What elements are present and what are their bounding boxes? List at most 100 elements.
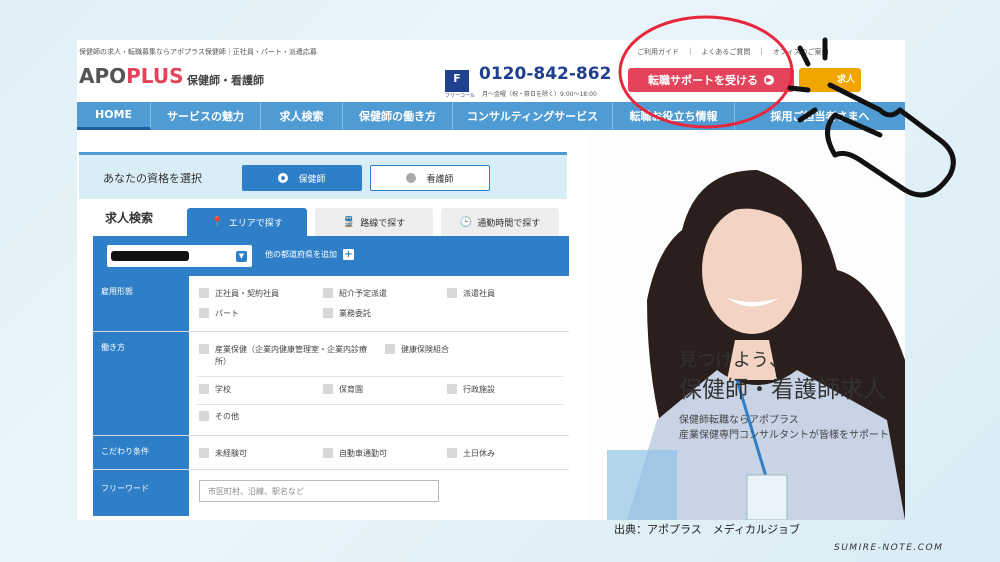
- site-header: 保健師の求人・転職募集ならアポプラス保健師｜正社員・パート・派遣応募 APOPL…: [77, 40, 905, 102]
- tab-area[interactable]: 📍 エリアで探す: [187, 208, 307, 236]
- checkbox-car-commute[interactable]: 自動車通勤可: [323, 448, 387, 459]
- option-label: 学校: [215, 385, 231, 394]
- qualification-selector: あなたの資格を選択 保健師 看護師: [79, 152, 567, 199]
- qualification-option-label: 看護師: [426, 174, 454, 185]
- link-separator: |: [760, 47, 763, 55]
- checkbox-dispatch[interactable]: 派遣社員: [447, 288, 495, 299]
- qualification-label: あなたの資格を選択: [103, 172, 202, 185]
- hero-headline-1: 見つけよう、: [679, 350, 787, 371]
- clock-icon: 🕒: [459, 216, 473, 228]
- freeword-input[interactable]: 市区町村、沿線、駅名など: [199, 480, 439, 502]
- add-prefecture-link[interactable]: 他の都道府県を追加 +: [265, 249, 354, 260]
- link-faq[interactable]: よくあるご質問: [701, 47, 750, 57]
- checkbox-icon: [199, 384, 209, 394]
- row-divider: [197, 376, 563, 377]
- nurse-photo: [587, 130, 905, 520]
- checkbox-icon: [323, 308, 333, 318]
- option-label: その他: [215, 412, 239, 421]
- map-pin-icon: 📍: [211, 216, 224, 228]
- option-label: 行政施設: [463, 385, 495, 394]
- employment-label: 雇用形態: [93, 276, 189, 331]
- checkbox-icon: [199, 411, 209, 421]
- checkbox-health-insurance[interactable]: 健康保険組合: [385, 344, 449, 355]
- option-label: 自動車通勤可: [339, 449, 387, 458]
- tab-line[interactable]: 🚆 路線で探す: [315, 208, 433, 236]
- source-caption: 出典：アポプラス メディカルジョブ: [614, 523, 801, 536]
- nav-consulting[interactable]: コンサルティングサービス: [453, 102, 613, 130]
- option-label: 正社員・契約社員: [215, 289, 279, 298]
- tab-label: 路線で探す: [360, 218, 406, 229]
- checkbox-temp-to-perm[interactable]: 紹介予定派遣: [323, 288, 387, 299]
- link-guide[interactable]: ご利用ガイド: [637, 47, 679, 57]
- freeword-label: フリーワード: [93, 470, 189, 516]
- radio-selected-icon: [278, 173, 289, 183]
- nav-employers[interactable]: 採用ご担当者さまへ: [735, 102, 905, 130]
- freedial-icon: F: [445, 70, 469, 92]
- checkbox-icon: [447, 288, 457, 298]
- checkbox-fulltime[interactable]: 正社員・契約社員: [199, 288, 279, 299]
- business-hours: 月〜金曜（祝・祭日を除く）9:00〜18:00: [482, 91, 597, 98]
- hero-headline-2: 保健師・看護師求人: [679, 377, 886, 403]
- checkbox-icon: [199, 448, 209, 458]
- checkbox-weekends-off[interactable]: 土日休み: [447, 448, 495, 459]
- hero-subtext-2: 産業保健専門コンサルタントが皆様をサポート: [679, 430, 889, 441]
- checkbox-contract[interactable]: 業務委託: [323, 308, 371, 319]
- checkbox-icon: [385, 344, 395, 354]
- logo-plus: PLUS: [126, 64, 184, 88]
- logo-main: APO: [79, 64, 127, 88]
- checkbox-icon: [323, 384, 333, 394]
- workstyle-row: 働き方 産業保健（企業内健康管理室・企業内診療所） 健康保険組合 学校 保育園 …: [93, 332, 569, 436]
- checkbox-school[interactable]: 学校: [199, 384, 231, 395]
- plus-icon: +: [343, 249, 354, 260]
- checkbox-icon: [447, 448, 457, 458]
- arrow-right-icon: ▶: [764, 75, 774, 85]
- checkbox-icon: [323, 448, 333, 458]
- option-label: 保育園: [339, 385, 363, 394]
- add-prefecture-label: 他の都道府県を追加: [265, 250, 337, 259]
- nav-career-tips[interactable]: 転職お役立ち情報: [613, 102, 735, 130]
- search-title: 求人検索: [105, 211, 154, 225]
- website-frame: 保健師の求人・転職募集ならアポプラス保健師｜正社員・パート・派遣応募 APOPL…: [77, 40, 905, 520]
- employment-row: 雇用形態 正社員・契約社員 紹介予定派遣 派遣社員 パート 業務委託: [93, 276, 569, 332]
- checkbox-no-experience[interactable]: 未経験可: [199, 448, 247, 459]
- main-nav: HOME サービスの魅力 求人検索 保健師の働き方 コンサルティングサービス 転…: [77, 102, 905, 130]
- hero-banner: 見つけよう、 保健師・看護師求人 保健師転職ならアポプラス 産業保健専門コンサル…: [587, 130, 905, 520]
- redacted-value: [111, 251, 189, 261]
- option-label: 未経験可: [215, 449, 247, 458]
- site-logo[interactable]: APOPLUS: [79, 64, 183, 88]
- option-label: パート: [215, 309, 239, 318]
- checkbox-icon: [447, 384, 457, 394]
- nav-home[interactable]: HOME: [77, 102, 151, 130]
- tab-commute[interactable]: 🕒 通勤時間で探す: [441, 208, 559, 236]
- qualification-option-phn[interactable]: 保健師: [242, 165, 362, 191]
- area-bar: ▼ 他の都道府県を追加 +: [93, 236, 569, 276]
- checkbox-nursery[interactable]: 保育園: [323, 384, 363, 395]
- checkbox-other[interactable]: その他: [199, 411, 239, 422]
- option-label: 紹介予定派遣: [339, 289, 387, 298]
- preferences-label: こだわり条件: [93, 436, 189, 469]
- jobs-button[interactable]: 求人: [799, 68, 861, 92]
- checkbox-icon: [199, 308, 209, 318]
- link-office[interactable]: オフィスのご案内: [773, 47, 829, 57]
- workstyle-label: 働き方: [93, 332, 189, 435]
- link-separator: |: [689, 47, 692, 55]
- prefecture-select[interactable]: ▼: [107, 245, 252, 267]
- nav-job-search[interactable]: 求人検索: [261, 102, 343, 130]
- phone-number[interactable]: 0120-842-862: [479, 64, 611, 84]
- site-tagline: 保健師の求人・転職募集ならアポプラス保健師｜正社員・パート・派遣応募: [79, 48, 317, 56]
- checkbox-government[interactable]: 行政施設: [447, 384, 495, 395]
- qualification-option-nurse[interactable]: 看護師: [370, 165, 490, 191]
- career-support-button[interactable]: 転職サポートを受ける ▶: [628, 68, 794, 92]
- checkbox-parttime[interactable]: パート: [199, 308, 239, 319]
- qualification-option-label: 保健師: [298, 174, 326, 185]
- header-links: ご利用ガイド | よくあるご質問 | オフィスのご案内: [637, 47, 829, 57]
- tab-label: エリアで探す: [228, 218, 283, 229]
- option-label: 派遣社員: [463, 289, 495, 298]
- nav-service[interactable]: サービスの魅力: [151, 102, 261, 130]
- checkbox-occupational-health[interactable]: 産業保健（企業内健康管理室・企業内診療所）: [199, 344, 375, 368]
- nav-workstyle[interactable]: 保健師の働き方: [343, 102, 453, 130]
- tab-label: 通勤時間で探す: [477, 218, 541, 229]
- checkbox-icon: [199, 288, 209, 298]
- checkbox-icon: [323, 288, 333, 298]
- preferences-row: こだわり条件 未経験可 自動車通勤可 土日休み: [93, 436, 569, 470]
